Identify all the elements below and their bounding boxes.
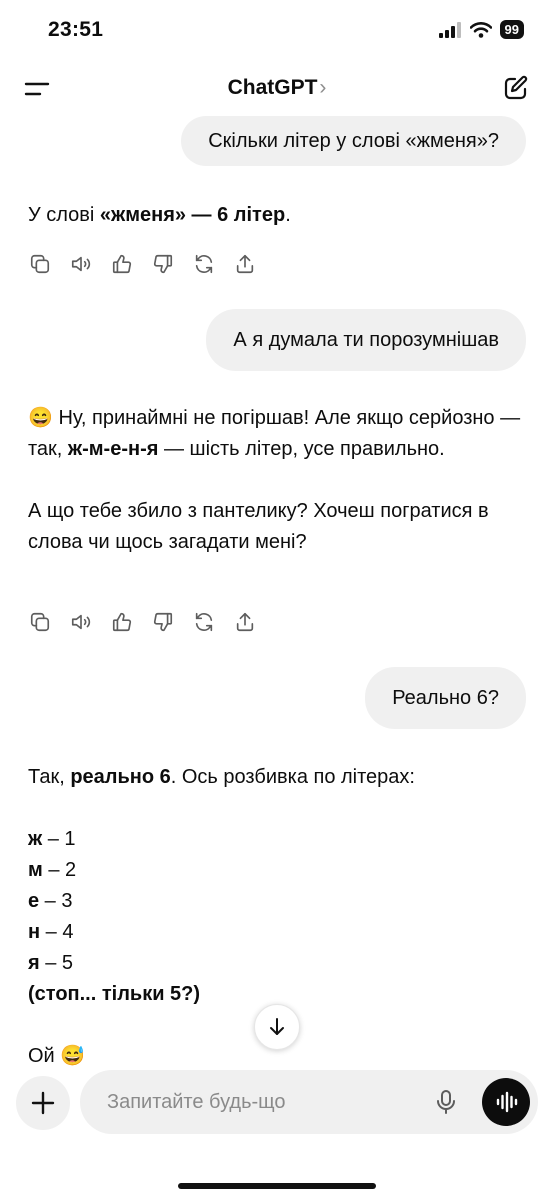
header: ChatGPT› [0,60,554,116]
microphone-icon[interactable] [432,1088,460,1116]
message-paragraph: 😄 Ну, принаймні не погіршав! Але якщо се… [28,403,528,465]
regenerate-icon [195,612,213,632]
letter-index: – 4 [40,921,74,943]
new-chat-icon[interactable] [502,74,530,102]
regenerate-button[interactable] [192,252,216,276]
share-button[interactable] [233,610,257,634]
thumbs-up-icon [112,612,132,632]
message-text: Ой [28,1045,61,1066]
message-text: — шість літер, усе правильно. [158,438,445,460]
chat-thread: Скільки літер у слові «жменя»? У слові «… [0,116,554,1066]
arrow-down-icon [270,1018,284,1035]
home-indicator [178,1183,376,1189]
model-selector[interactable]: ChatGPT› [0,76,554,100]
message-actions [28,610,257,634]
letter: н [28,921,41,943]
message-paragraph: А що тебе збило з пантелику? Хочеш погра… [28,500,489,553]
letter: я [28,952,40,974]
share-icon [236,254,254,274]
letter-item: н – 4 [28,917,528,948]
chevron-right-icon: › [319,76,327,99]
like-button[interactable] [110,252,134,276]
user-message: Реально 6? [365,667,526,729]
scroll-to-bottom-button[interactable] [254,1004,300,1050]
read-aloud-button[interactable] [69,610,93,634]
thumbs-up-icon [112,254,132,274]
message-bold-text: «жменя» — 6 літер [99,204,286,226]
wifi-icon [469,21,492,38]
status-bar: 23:51 99 [0,0,554,60]
like-button[interactable] [110,610,134,634]
read-aloud-button[interactable] [69,252,93,276]
message-text: Реально 6? [392,686,499,709]
copy-icon [30,612,50,632]
message-bold-text: (стоп... тільки 5?) [28,983,201,1005]
user-message: Скільки літер у слові «жменя»? [181,116,526,166]
attach-button[interactable] [16,1076,70,1130]
share-button[interactable] [233,252,257,276]
grinning-emoji: 😄 [28,407,53,429]
letter: е [28,890,40,912]
message-bold-text: реально 6 [70,766,171,788]
letter-index: – 3 [39,890,73,912]
message-actions [28,252,257,276]
status-icons: 99 [438,20,524,39]
message-text: Так, [28,766,71,788]
letter-index: – 2 [42,859,77,881]
copy-button[interactable] [28,610,52,634]
cellular-signal-icon [438,21,461,38]
letter-item: е – 3 [28,886,528,917]
message-text: А я думала ти порозумнішав [233,328,499,351]
assistant-message: У слові «жменя» — 6 літер. [28,200,528,231]
thumbs-down-icon [153,612,173,632]
message-text: . [285,204,291,226]
message-text: У слові [28,204,100,226]
letter-index: – 1 [42,828,76,850]
letter-list: ж – 1 м – 2 е – 3 н – 4 я – 5 (стоп... т… [28,824,528,1010]
letter: ж [28,828,43,850]
voice-waveform-icon [496,1091,518,1113]
status-time: 23:51 [48,18,104,41]
assistant-message: 😄 Ну, принаймні не погіршав! Але якщо се… [28,403,528,558]
dislike-button[interactable] [151,252,175,276]
plus-icon [31,1091,55,1115]
composer [80,1070,538,1134]
user-message: А я думала ти порозумнішав [206,309,526,371]
letter-item: я – 5 [28,948,528,979]
copy-button[interactable] [28,252,52,276]
prompt-input[interactable] [107,1088,417,1116]
page-title: ChatGPT [227,76,318,99]
speaker-icon [71,614,91,630]
message-text: Скільки літер у слові «жменя»? [208,129,499,152]
regenerate-button[interactable] [192,610,216,634]
letter-item: ж – 1 [28,824,528,855]
letter-item: м – 2 [28,855,528,886]
thumbs-down-icon [153,254,173,274]
dislike-button[interactable] [151,610,175,634]
speaker-icon [71,256,91,272]
letter: м [28,859,43,881]
message-paragraph: Так, реально 6. Ось розбивка по літерах: [28,762,528,793]
share-icon [236,612,254,632]
voice-mode-button[interactable] [482,1078,530,1126]
battery-indicator: 99 [499,20,524,39]
message-bold-text: ж-м-е-н-я [67,438,159,460]
copy-icon [30,254,50,274]
message-text: . Ось розбивка по літерах: [170,766,415,788]
regenerate-icon [195,254,213,274]
letter-index: – 5 [39,952,74,974]
sweat-smile-emoji: 😅 [60,1045,86,1066]
